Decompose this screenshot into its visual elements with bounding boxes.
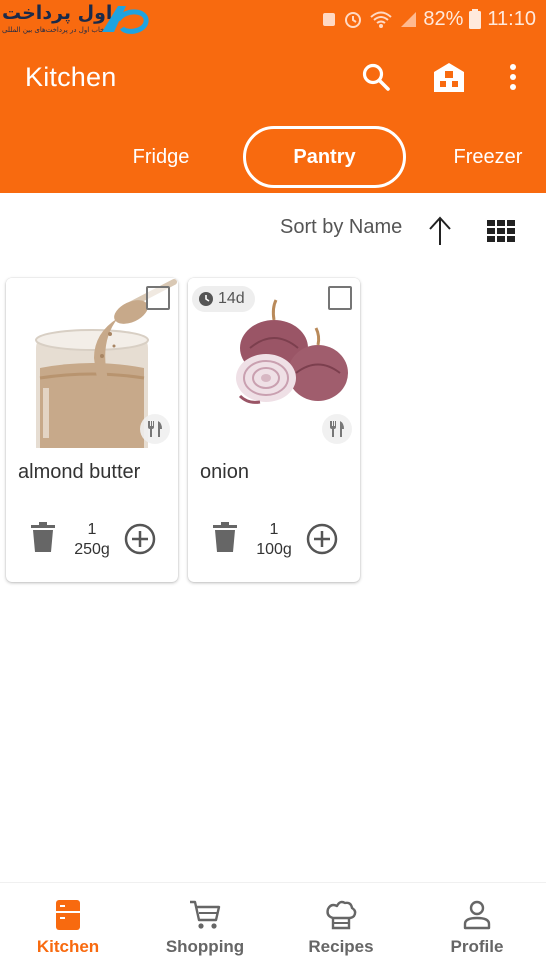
page-title: Kitchen — [25, 62, 117, 92]
item-amount: 250g — [74, 541, 110, 558]
item-name: almond butter — [18, 461, 141, 483]
item-name: onion — [200, 461, 249, 483]
item-count: 1 — [87, 521, 97, 538]
delete-icon[interactable] — [212, 522, 238, 552]
fork-knife-icon — [330, 421, 344, 437]
add-circle-icon[interactable] — [123, 522, 157, 556]
nav-label: Profile — [450, 937, 504, 956]
fridge-icon — [52, 899, 84, 931]
grid-view-icon[interactable] — [487, 220, 515, 242]
battery-icon — [469, 9, 482, 29]
logo-mark-icon — [102, 6, 149, 34]
cart-icon — [189, 899, 221, 931]
tab-freezer[interactable]: Freezer — [438, 126, 538, 188]
nav-label: Recipes — [308, 937, 374, 956]
alarm-icon — [345, 12, 362, 28]
battery-percent: 82% — [423, 7, 464, 30]
item-amount: 100g — [256, 541, 292, 558]
storage-location-button[interactable] — [432, 60, 466, 94]
search-icon — [362, 63, 390, 91]
tab-pantry[interactable]: Pantry — [243, 126, 406, 188]
bottom-navigation: Kitchen Shopping Recipes Profile — [0, 882, 546, 968]
signal-icon — [401, 12, 417, 27]
logo-subtext: انتخاب اول در پرداخت‌های بین المللی — [2, 26, 111, 34]
overflow-menu-button[interactable] — [496, 60, 530, 94]
delete-icon[interactable] — [30, 522, 56, 552]
notification-icon — [323, 13, 336, 26]
system-status: 82% 11:10 — [321, 6, 536, 32]
tab-fridge[interactable]: Fridge — [102, 126, 220, 188]
nav-kitchen[interactable]: Kitchen — [0, 883, 136, 968]
sort-by-name-button[interactable]: Sort by Name — [280, 216, 402, 239]
more-vert-icon — [510, 64, 516, 90]
wifi-icon — [370, 11, 393, 28]
nav-label: Shopping — [165, 937, 245, 956]
nav-recipes[interactable]: Recipes — [273, 883, 409, 968]
select-checkbox[interactable] — [146, 286, 170, 310]
clock: 11:10 — [487, 7, 536, 30]
pantry-item-card[interactable]: almond butter 1 250g — [6, 278, 178, 582]
fork-knife-icon — [148, 421, 162, 437]
search-button[interactable] — [359, 60, 393, 94]
person-icon — [461, 899, 493, 931]
status-bar: اول پرداخت انتخاب اول در پرداخت‌های بین … — [0, 0, 546, 38]
item-quantity: 1 250g — [66, 520, 118, 560]
nav-label: Kitchen — [36, 937, 100, 956]
expiry-days: 14d — [218, 290, 245, 307]
use-in-recipe-button[interactable] — [140, 414, 170, 444]
house-icon — [434, 63, 464, 92]
sort-arrow-up-icon[interactable] — [426, 215, 454, 247]
use-in-recipe-button[interactable] — [322, 414, 352, 444]
add-circle-icon[interactable] — [305, 522, 339, 556]
sort-toolbar: Sort by Name — [0, 205, 546, 255]
expiry-badge: 14d — [192, 286, 255, 312]
clock-icon — [199, 292, 213, 306]
chef-hat-icon — [325, 899, 357, 931]
select-checkbox[interactable] — [328, 286, 352, 310]
nav-profile[interactable]: Profile — [409, 883, 545, 968]
item-count: 1 — [269, 521, 279, 538]
storage-tabs: Fridge Pantry Freezer — [0, 126, 546, 188]
app-bar: Kitchen Fridge Pantry Freezer — [0, 38, 546, 193]
nav-shopping[interactable]: Shopping — [137, 883, 273, 968]
pantry-item-card[interactable]: 14d onion 1 100g — [188, 278, 360, 582]
watermark-logo: اول پرداخت انتخاب اول در پرداخت‌های بین … — [2, 2, 152, 36]
item-quantity: 1 100g — [248, 520, 300, 560]
